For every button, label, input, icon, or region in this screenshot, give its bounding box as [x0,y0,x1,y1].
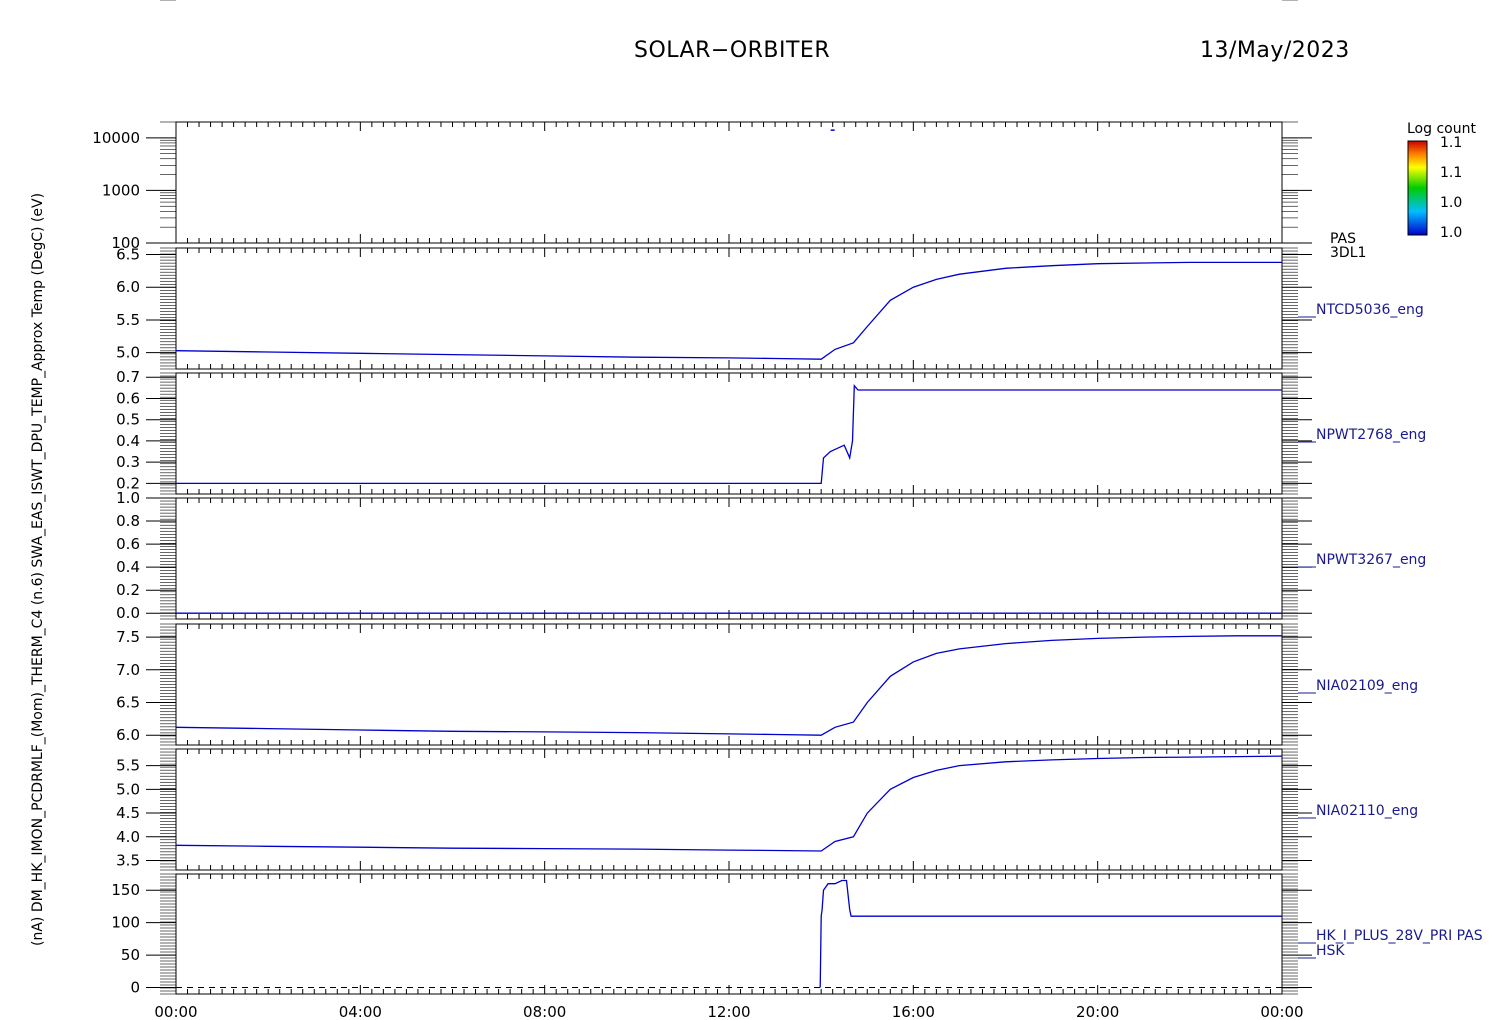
y-tick-label: 6.0 [116,278,140,296]
y-tick-label: 100 [111,914,140,932]
y-tick-label: 7.5 [116,628,140,646]
colorbar-tick-label: 1.1 [1440,135,1462,151]
y-tick-label: 4.5 [116,804,140,822]
y-tick-label: 0.8 [116,512,140,530]
panel-frame-3 [175,497,1283,620]
panel-label: HSK [1316,943,1345,959]
y-axis-label: (nA) DM_HK_IMON_PCDRMLF_(Mom)_THERM_C4 (… [30,193,46,946]
y-tick-label: 5.5 [116,311,140,329]
colorbar-tick-label: 1.0 [1440,195,1462,211]
y-tick-label: 0 [130,979,140,997]
y-tick-label: 1000 [102,181,140,199]
series-line-1 [175,261,1282,360]
y-tick-label: 0.6 [116,535,140,553]
x-tick-label: 04:00 [339,1003,382,1020]
colorbar-tick-label: 1.1 [1440,165,1462,181]
stacked-timeseries-plot: 100001000100 PAS3DL16.56.05.55.0NTCD5036_… [30,0,1483,1020]
x-tick-label: 12:00 [707,1003,750,1020]
y-tick-label: 0.0 [116,604,140,622]
x-tick-label: 08:00 [523,1003,566,1020]
y-tick-label: 1.0 [116,489,140,507]
panel-frame-4 [175,623,1283,746]
series-line-6 [819,879,1282,988]
y-tick-label: 3.5 [116,852,140,870]
series-line-4 [175,635,1282,736]
y-tick-label: 6.5 [116,246,140,264]
panel-label: NIA02109_eng [1316,678,1418,694]
y-tick-label: 150 [111,881,140,899]
y-tick-label: 10000 [92,129,140,147]
x-tick-label: 20:00 [1076,1003,1119,1020]
panel-label: NPWT2768_eng [1316,427,1426,443]
panel-label: 3DL1 [1330,245,1366,261]
x-tick-label: 16:00 [892,1003,935,1020]
y-tick-label: 5.0 [116,344,140,362]
colorbar [1407,140,1428,236]
colorbar-tick-label: 1.0 [1440,225,1462,241]
x-tick-label: 00:00 [154,1003,197,1020]
y-tick-label: 6.5 [116,693,140,711]
panel-label: NPWT3267_eng [1316,552,1426,568]
y-tick-label: 0.4 [116,432,140,450]
panel-frame-0 [175,121,1283,244]
y-tick-label: 0.4 [116,558,140,576]
panel-label: NTCD5036_eng [1316,302,1424,318]
panel-frame-2 [175,372,1283,495]
panel-frame-5 [175,748,1283,871]
series-line-2 [176,384,1282,485]
y-tick-label: 0.3 [116,453,140,471]
panel-frame-1 [175,247,1283,370]
panel-frame-6 [175,873,1283,995]
x-tick-label: 00:00 [1260,1003,1303,1020]
y-tick-label: 0.5 [116,411,140,429]
y-tick-label: 0.2 [116,581,140,599]
panel-label: HK_I_PLUS_28V_PRI PAS [1316,928,1483,944]
y-tick-label: 5.0 [116,780,140,798]
y-tick-label: 4.0 [116,828,140,846]
y-tick-label: 0.7 [116,368,140,386]
series-line-5 [175,755,1283,852]
y-tick-label: 6.0 [116,726,140,744]
y-tick-label: 7.0 [116,661,140,679]
y-tick-label: 50 [121,946,140,964]
y-tick-label: 5.5 [116,757,140,775]
y-tick-label: 0.6 [116,389,140,407]
panel-label: NIA02110_eng [1316,803,1418,819]
